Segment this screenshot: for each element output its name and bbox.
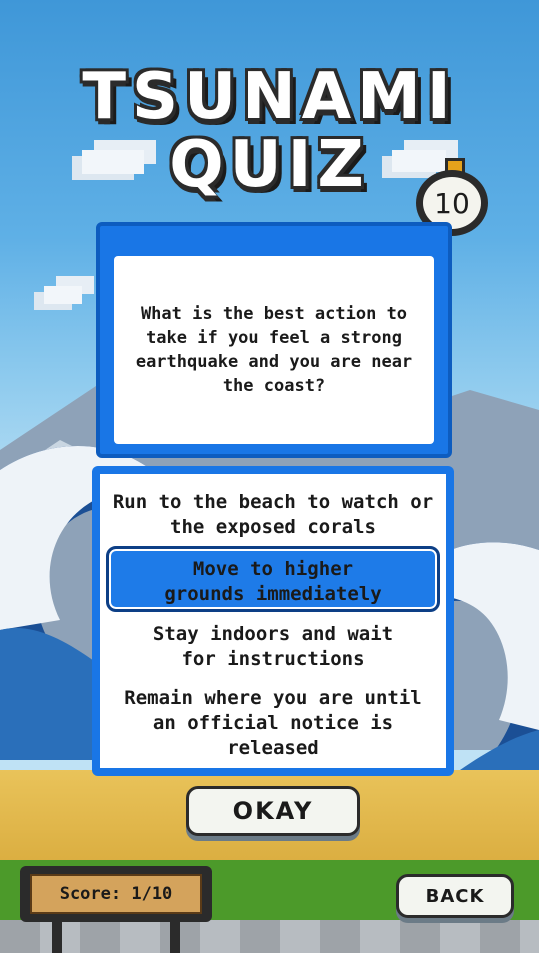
- answer-option-1[interactable]: Run to the beach to watch or the exposed…: [100, 490, 446, 540]
- answer-option-2[interactable]: Move to higher grounds immediately: [106, 546, 440, 612]
- cloud: [44, 286, 82, 304]
- score-post: [170, 922, 180, 953]
- score-post: [52, 922, 62, 953]
- answer-option-3[interactable]: Stay indoors and wait for instructions: [100, 622, 446, 672]
- road: [0, 920, 539, 953]
- back-button[interactable]: BACK: [396, 874, 514, 918]
- question-text: What is the best action to take if you f…: [135, 304, 413, 396]
- question-card: What is the best action to take if you f…: [114, 256, 434, 444]
- answers-list: Run to the beach to watch or the exposed…: [100, 474, 446, 768]
- title-line-1: TSUNAMI: [82, 60, 457, 134]
- answers-panel: Run to the beach to watch or the exposed…: [92, 466, 454, 776]
- answer-option-4[interactable]: Remain where you are until an official n…: [100, 686, 446, 761]
- score-label: Score: 1/10: [30, 874, 202, 914]
- okay-button[interactable]: OKAY: [186, 786, 360, 836]
- score-board: Score: 1/10: [20, 866, 212, 922]
- question-panel: What is the best action to take if you f…: [96, 222, 452, 458]
